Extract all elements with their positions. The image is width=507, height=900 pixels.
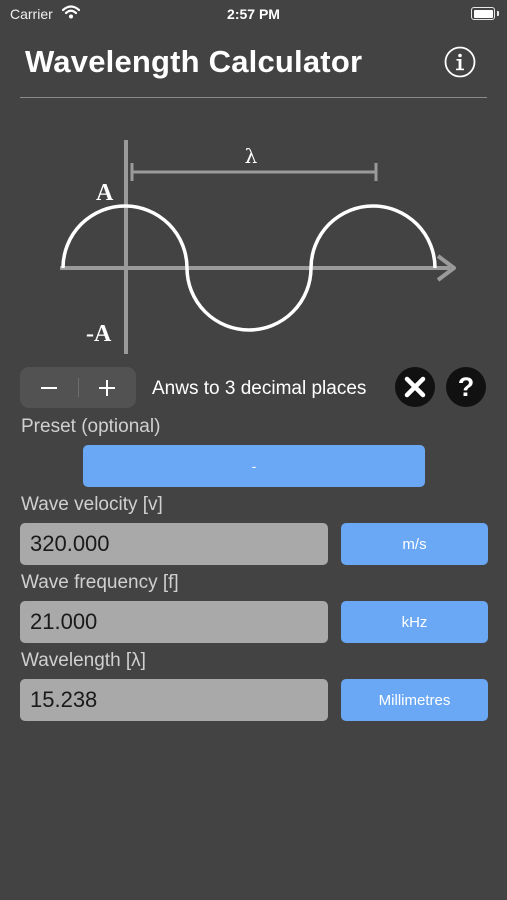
info-icon[interactable] <box>444 46 476 78</box>
velocity-label: Wave velocity [v] <box>21 494 163 515</box>
close-icon <box>404 376 426 398</box>
decimal-stepper[interactable] <box>20 367 136 408</box>
preset-label: Preset (optional) <box>21 416 161 437</box>
increment-button[interactable] <box>78 367 136 408</box>
velocity-unit-button[interactable]: m/s <box>341 523 488 565</box>
velocity-input[interactable]: 320.000 <box>20 523 328 565</box>
lambda-label: λ <box>245 144 258 168</box>
help-button[interactable]: ? <box>446 367 486 407</box>
amplitude-negative-label: -A <box>86 321 112 347</box>
frequency-unit-button[interactable]: kHz <box>341 601 488 643</box>
header-divider <box>20 97 487 98</box>
frequency-input[interactable]: 21.000 <box>20 601 328 643</box>
wavelength-unit-button[interactable]: Millimetres <box>341 679 488 721</box>
wavelength-input[interactable]: 15.238 <box>20 679 328 721</box>
wavelength-label: Wavelength [λ] <box>21 650 146 671</box>
decrement-button[interactable] <box>20 367 78 408</box>
battery-icon <box>471 7 495 20</box>
page-title: Wavelength Calculator <box>25 44 363 79</box>
clear-button[interactable] <box>395 367 435 407</box>
status-bar: Carrier 2:57 PM <box>0 0 507 28</box>
wave-diagram: λ A -A <box>60 140 456 354</box>
amplitude-positive-label: A <box>96 180 114 206</box>
decimal-places-text: Anws to 3 decimal places <box>152 378 367 399</box>
clock-time: 2:57 PM <box>227 6 280 22</box>
preset-selector-button[interactable]: - <box>83 445 425 487</box>
frequency-label: Wave frequency [f] <box>21 572 179 593</box>
